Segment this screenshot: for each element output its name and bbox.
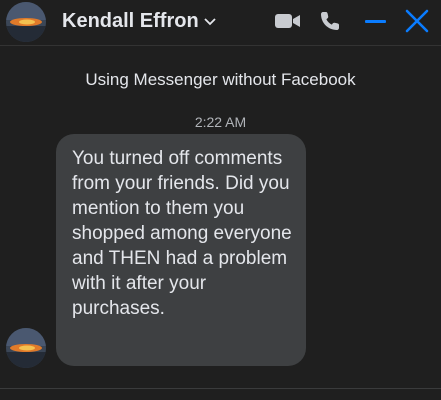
close-icon[interactable] bbox=[403, 9, 431, 33]
message-timestamp: 2:22 AM bbox=[194, 114, 247, 130]
sunset-avatar-image bbox=[6, 328, 46, 368]
sender-avatar[interactable] bbox=[6, 328, 46, 368]
messenger-notice: Using Messenger without Facebook bbox=[85, 70, 356, 89]
sunset-avatar-image bbox=[6, 2, 46, 42]
contact-avatar[interactable] bbox=[6, 2, 46, 42]
voice-call-icon[interactable] bbox=[318, 9, 346, 33]
contact-name[interactable]: Kendall Effron bbox=[62, 10, 199, 33]
composer-divider bbox=[0, 388, 441, 389]
minimize-icon[interactable] bbox=[362, 9, 390, 33]
incoming-message-bubble[interactable]: You turned off comments from your friend… bbox=[56, 134, 306, 366]
chat-window: Kendall Effron Using Messenger without F… bbox=[0, 0, 441, 400]
chat-header: Kendall Effron bbox=[0, 0, 441, 46]
video-call-icon[interactable] bbox=[274, 9, 302, 33]
chevron-down-icon[interactable] bbox=[204, 18, 216, 26]
